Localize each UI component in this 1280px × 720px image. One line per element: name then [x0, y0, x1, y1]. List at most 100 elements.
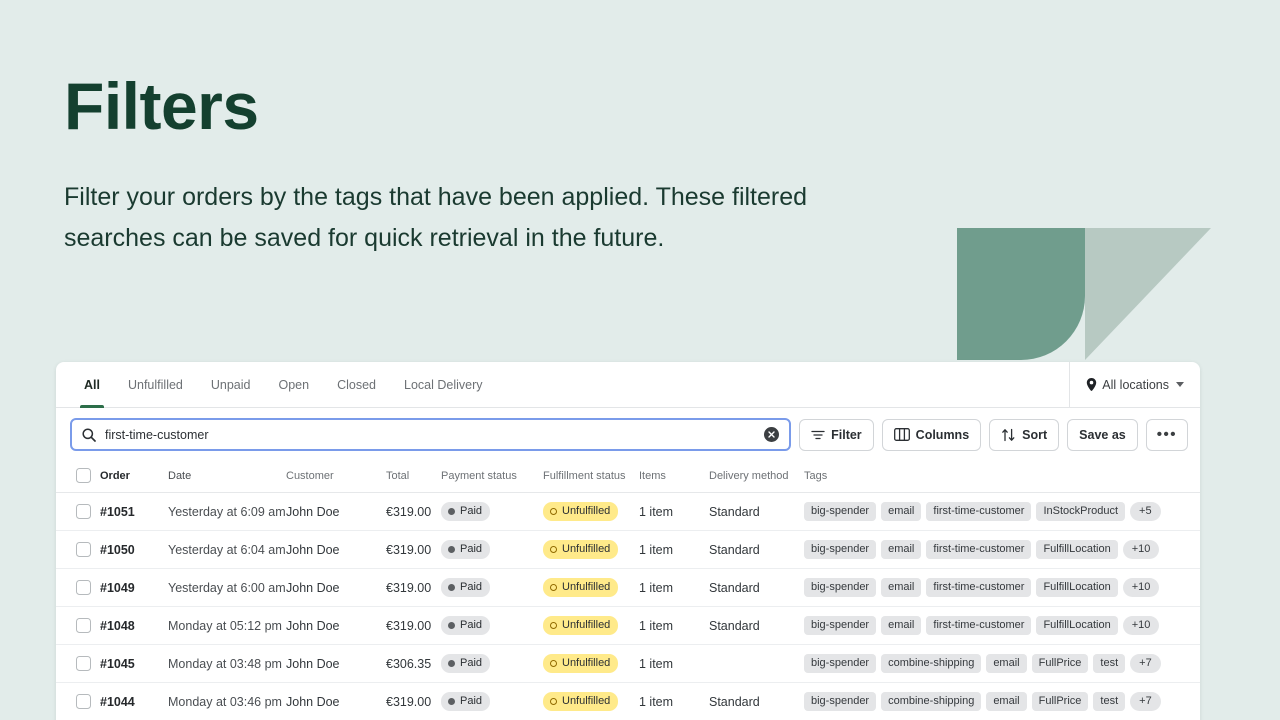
fulfillment-status-label: Unfulfilled [562, 581, 611, 593]
tag-chip[interactable]: big-spender [804, 502, 877, 521]
tab-unpaid[interactable]: Unpaid [197, 362, 265, 407]
tag-chip[interactable]: FulfillLocation [1036, 540, 1118, 559]
tag-chip[interactable]: combine-shipping [881, 654, 982, 673]
clear-search-icon[interactable] [764, 427, 780, 442]
cell-customer: John Doe [286, 568, 386, 607]
table-header-row: Order Date Customer Total Payment status… [56, 460, 1200, 493]
tag-overflow-count[interactable]: +7 [1130, 654, 1161, 673]
page-description: Filter your orders by the tags that have… [64, 183, 808, 252]
tag-chip[interactable]: email [986, 654, 1027, 673]
tag-chip[interactable]: email [881, 502, 922, 521]
tag-chip[interactable]: combine-shipping [881, 692, 982, 711]
fulfillment-status-badge: Unfulfilled [543, 540, 619, 559]
tag-chip[interactable]: FullPrice [1031, 654, 1089, 673]
tag-chip[interactable]: email [986, 692, 1027, 711]
fulfillment-status-badge: Unfulfilled [543, 692, 619, 711]
columns-button[interactable]: Columns [881, 418, 982, 451]
search-icon [82, 427, 96, 442]
cell-payment-status: Paid [441, 682, 543, 720]
filter-button[interactable]: Filter [799, 418, 874, 451]
tab-all[interactable]: All [70, 362, 114, 408]
payment-status-label: Paid [460, 581, 483, 593]
tab-label: Open [278, 377, 310, 392]
tag-chip[interactable]: big-spender [804, 540, 877, 559]
cell-payment-status: Paid [441, 644, 543, 683]
cell-order: #1045 [100, 644, 168, 683]
column-header-customer[interactable]: Customer [286, 460, 386, 493]
tag-chip[interactable]: big-spender [804, 654, 877, 673]
status-dot-icon [448, 698, 455, 705]
cell-order: #1049 [100, 568, 168, 607]
table-row[interactable]: #1045 Monday at 03:48 pm John Doe €306.35 Pa… [56, 644, 1200, 683]
location-filter-dropdown[interactable]: All locations [1069, 362, 1200, 407]
row-checkbox[interactable] [76, 504, 91, 519]
save-as-button[interactable]: Save as [1067, 418, 1138, 451]
hero-text-block: Filters Filter your orders by the tags t… [64, 69, 884, 258]
tag-overflow-count[interactable]: +10 [1122, 578, 1160, 597]
tag-chip[interactable]: first-time-customer [926, 616, 1032, 635]
column-header-tags[interactable]: Tags [804, 460, 1200, 493]
cell-total: €319.00 [386, 530, 441, 569]
table-row[interactable]: #1044 Monday at 03:46 pm John Doe €319.00 Pa… [56, 682, 1200, 720]
fulfillment-status-label: Unfulfilled [562, 543, 611, 555]
column-header-items[interactable]: Items [639, 460, 709, 493]
more-actions-button[interactable]: ••• [1145, 418, 1188, 451]
table-row[interactable]: #1051 Yesterday at 6:09 am John Doe €319.00… [56, 492, 1200, 531]
row-checkbox[interactable] [76, 580, 91, 595]
page-title: Filters [64, 69, 259, 143]
tag-chip[interactable]: first-time-customer [926, 578, 1032, 597]
location-filter-label: All locations [1102, 377, 1169, 392]
search-input[interactable]: first-time-customer [70, 418, 792, 451]
tag-chip[interactable]: email [881, 578, 922, 597]
tag-overflow-count[interactable]: +10 [1122, 616, 1160, 635]
tag-chip[interactable]: big-spender [804, 692, 877, 711]
row-checkbox[interactable] [76, 694, 91, 709]
tag-chip[interactable]: FulfillLocation [1036, 578, 1118, 597]
table-row[interactable]: #1050 Yesterday at 6:04 am John Doe €319.00… [56, 530, 1200, 569]
cell-items: 1 item [639, 492, 709, 531]
column-header-date[interactable]: Date [168, 460, 286, 493]
tag-chip[interactable]: InStockProduct [1036, 502, 1126, 521]
tag-chip[interactable]: first-time-customer [926, 502, 1032, 521]
tab-closed[interactable]: Closed [323, 362, 390, 407]
column-header-order[interactable]: Order [100, 460, 168, 493]
tag-chip[interactable]: test [1093, 692, 1126, 711]
tab-open[interactable]: Open [265, 362, 324, 407]
cell-fulfillment-status: Unfulfilled [543, 606, 639, 645]
tab-unfulfilled[interactable]: Unfulfilled [114, 362, 197, 407]
tag-overflow-count[interactable]: +5 [1130, 502, 1161, 521]
tab-label: Unpaid [210, 377, 251, 392]
column-header-delivery-method[interactable]: Delivery method [709, 460, 804, 493]
tag-chip[interactable]: test [1093, 654, 1126, 673]
fulfillment-status-badge: Unfulfilled [543, 654, 619, 673]
cell-date: Yesterday at 6:04 am [168, 530, 286, 569]
table-row[interactable]: #1048 Monday at 05:12 pm John Doe €319.00 Pa… [56, 606, 1200, 645]
column-header-total[interactable]: Total [386, 460, 441, 493]
tag-overflow-count[interactable]: +7 [1130, 692, 1161, 711]
tag-chip[interactable]: first-time-customer [926, 540, 1032, 559]
tag-chip[interactable]: email [881, 616, 922, 635]
tab-label: Local Delivery [404, 377, 483, 392]
column-header-fulfillment-status[interactable]: Fulfillment status [543, 460, 639, 493]
cell-select [56, 644, 100, 683]
tag-overflow-count[interactable]: +10 [1122, 540, 1160, 559]
tag-chip[interactable]: big-spender [804, 616, 877, 635]
select-all-checkbox[interactable] [76, 468, 91, 483]
tag-chip[interactable]: big-spender [804, 578, 877, 597]
cell-delivery-method: Standard [709, 530, 804, 569]
sort-button[interactable]: Sort [989, 418, 1060, 451]
status-dot-icon [550, 698, 557, 705]
tab-local-delivery[interactable]: Local Delivery [390, 362, 497, 407]
row-checkbox[interactable] [76, 618, 91, 633]
tag-chip[interactable]: email [881, 540, 922, 559]
tag-chip[interactable]: FulfillLocation [1036, 616, 1118, 635]
tag-list: big-spender combine-shipping email FullPric… [804, 654, 1200, 673]
tag-chip[interactable]: FullPrice [1031, 692, 1089, 711]
columns-button-label: Columns [915, 427, 970, 442]
row-checkbox[interactable] [76, 542, 91, 557]
column-header-payment-status[interactable]: Payment status [441, 460, 543, 493]
table-row[interactable]: #1049 Yesterday at 6:00 am John Doe €319.00… [56, 568, 1200, 607]
decorative-triangle [1085, 228, 1211, 360]
payment-status-badge: Paid [441, 540, 491, 559]
row-checkbox[interactable] [76, 656, 91, 671]
